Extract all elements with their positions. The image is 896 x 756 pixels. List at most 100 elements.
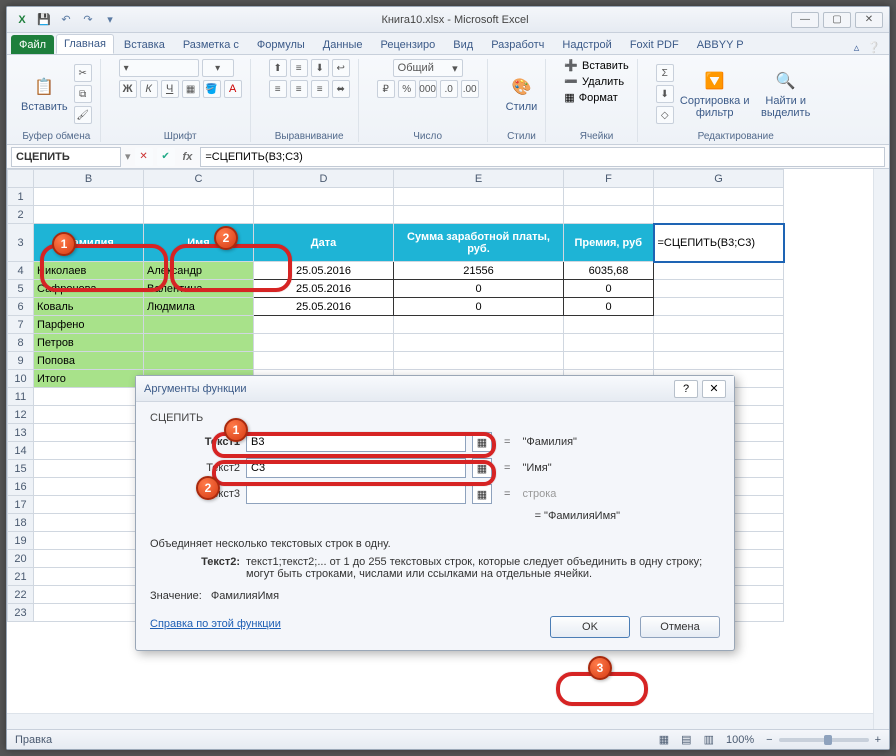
- save-icon[interactable]: 💾: [35, 11, 53, 29]
- border-icon[interactable]: ▦: [182, 80, 200, 98]
- cell-B2[interactable]: [34, 206, 144, 224]
- row-header-4[interactable]: 4: [8, 262, 34, 280]
- row-header-7[interactable]: 7: [8, 316, 34, 334]
- row-header-22[interactable]: 22: [8, 586, 34, 604]
- sort-filter-button[interactable]: 🔽 Сортировка и фильтр: [680, 69, 750, 119]
- row-header-20[interactable]: 20: [8, 550, 34, 568]
- row-header-6[interactable]: 6: [8, 298, 34, 316]
- cell-F8[interactable]: [564, 334, 654, 352]
- dialog-help-icon[interactable]: ?: [674, 380, 698, 398]
- cell-C3[interactable]: Имя: [144, 224, 254, 262]
- cell-E3[interactable]: Сумма заработной платы, руб.: [394, 224, 564, 262]
- cell-B11[interactable]: [34, 388, 144, 406]
- row-header-17[interactable]: 17: [8, 496, 34, 514]
- cell-B12[interactable]: [34, 406, 144, 424]
- paste-button[interactable]: 📋 Вставить: [21, 75, 68, 113]
- cell-B4[interactable]: Николаев: [34, 262, 144, 280]
- copy-icon[interactable]: ⧉: [74, 85, 92, 103]
- vertical-scrollbar[interactable]: [873, 169, 889, 729]
- tab-file[interactable]: Файл: [11, 35, 54, 54]
- font-name[interactable]: ▾: [119, 59, 199, 77]
- help-icon[interactable]: ❔: [867, 41, 881, 54]
- row-header-18[interactable]: 18: [8, 514, 34, 532]
- row-header-1[interactable]: 1: [8, 188, 34, 206]
- tab-view[interactable]: Вид: [445, 35, 481, 54]
- range-picker-icon-2[interactable]: ▦: [472, 458, 492, 478]
- tab-foxit[interactable]: Foxit PDF: [622, 35, 687, 54]
- row-header-9[interactable]: 9: [8, 352, 34, 370]
- cell-F9[interactable]: [564, 352, 654, 370]
- arg-input-1[interactable]: [246, 432, 466, 452]
- bold-icon[interactable]: Ж: [119, 80, 137, 98]
- range-picker-icon-1[interactable]: ▦: [472, 432, 492, 452]
- row-header-10[interactable]: 10: [8, 370, 34, 388]
- cell-E9[interactable]: [394, 352, 564, 370]
- dialog-help-link[interactable]: Справка по этой функции: [150, 618, 281, 630]
- row-header-19[interactable]: 19: [8, 532, 34, 550]
- cell-D6[interactable]: 25.05.2016: [254, 298, 394, 316]
- cell-D2[interactable]: [254, 206, 394, 224]
- cell-C1[interactable]: [144, 188, 254, 206]
- range-picker-icon-3[interactable]: ▦: [472, 484, 492, 504]
- cell-C6[interactable]: Людмила: [144, 298, 254, 316]
- row-header-13[interactable]: 13: [8, 424, 34, 442]
- row-header-11[interactable]: 11: [8, 388, 34, 406]
- row-header-3[interactable]: 3: [8, 224, 34, 262]
- row-header-8[interactable]: 8: [8, 334, 34, 352]
- cell-G2[interactable]: [654, 206, 784, 224]
- font-size[interactable]: ▾: [202, 59, 234, 77]
- cell-B10[interactable]: Итого: [34, 370, 144, 388]
- cell-B5[interactable]: Сафронова: [34, 280, 144, 298]
- tab-abbyy[interactable]: ABBYY P: [689, 35, 752, 54]
- fx-icon[interactable]: fx: [179, 151, 197, 163]
- cell-G3[interactable]: =СЦЕПИТЬ(B3;C3): [654, 224, 784, 262]
- dec-decimal-icon[interactable]: .00: [461, 80, 479, 98]
- arg-input-2[interactable]: [246, 458, 466, 478]
- col-header-E[interactable]: E: [394, 170, 564, 188]
- col-header-C[interactable]: C: [144, 170, 254, 188]
- cell-B18[interactable]: [34, 514, 144, 532]
- minimize-button[interactable]: —: [791, 12, 819, 28]
- cell-G7[interactable]: [654, 316, 784, 334]
- tab-review[interactable]: Рецензиро: [373, 35, 444, 54]
- tab-home[interactable]: Главная: [56, 34, 114, 54]
- cell-B16[interactable]: [34, 478, 144, 496]
- inc-decimal-icon[interactable]: .0: [440, 80, 458, 98]
- cell-D1[interactable]: [254, 188, 394, 206]
- fill-color-icon[interactable]: 🪣: [203, 80, 221, 98]
- tab-developer[interactable]: Разработч: [483, 35, 552, 54]
- cell-B19[interactable]: [34, 532, 144, 550]
- arg-input-3[interactable]: [246, 484, 466, 504]
- cell-F6[interactable]: 0: [564, 298, 654, 316]
- cell-C7[interactable]: [144, 316, 254, 334]
- name-box[interactable]: СЦЕПИТЬ: [11, 147, 121, 167]
- italic-icon[interactable]: К: [140, 80, 158, 98]
- tab-formulas[interactable]: Формулы: [249, 35, 313, 54]
- row-header-12[interactable]: 12: [8, 406, 34, 424]
- view-layout-icon[interactable]: ▤: [681, 733, 691, 746]
- cell-G8[interactable]: [654, 334, 784, 352]
- tab-insert[interactable]: Вставка: [116, 35, 173, 54]
- wrap-text-icon[interactable]: ↩: [332, 59, 350, 77]
- format-painter-icon[interactable]: 🖌: [74, 106, 92, 124]
- cell-B17[interactable]: [34, 496, 144, 514]
- merge-icon[interactable]: ⬌: [332, 80, 350, 98]
- cell-D3[interactable]: Дата: [254, 224, 394, 262]
- horizontal-scrollbar[interactable]: [7, 713, 873, 729]
- tab-layout[interactable]: Разметка с: [175, 35, 247, 54]
- align-middle-icon[interactable]: ≡: [290, 59, 308, 77]
- cell-F3[interactable]: Премия, руб: [564, 224, 654, 262]
- cell-G6[interactable]: [654, 298, 784, 316]
- cell-F1[interactable]: [564, 188, 654, 206]
- close-button[interactable]: ✕: [855, 12, 883, 28]
- col-header-D[interactable]: D: [254, 170, 394, 188]
- cell-G4[interactable]: [654, 262, 784, 280]
- row-header-5[interactable]: 5: [8, 280, 34, 298]
- cell-B13[interactable]: [34, 424, 144, 442]
- cell-E1[interactable]: [394, 188, 564, 206]
- underline-icon[interactable]: Ч: [161, 80, 179, 98]
- cell-B1[interactable]: [34, 188, 144, 206]
- undo-icon[interactable]: ↶: [57, 11, 75, 29]
- cells-delete[interactable]: ➖Удалить: [564, 75, 624, 88]
- cell-E4[interactable]: 21556: [394, 262, 564, 280]
